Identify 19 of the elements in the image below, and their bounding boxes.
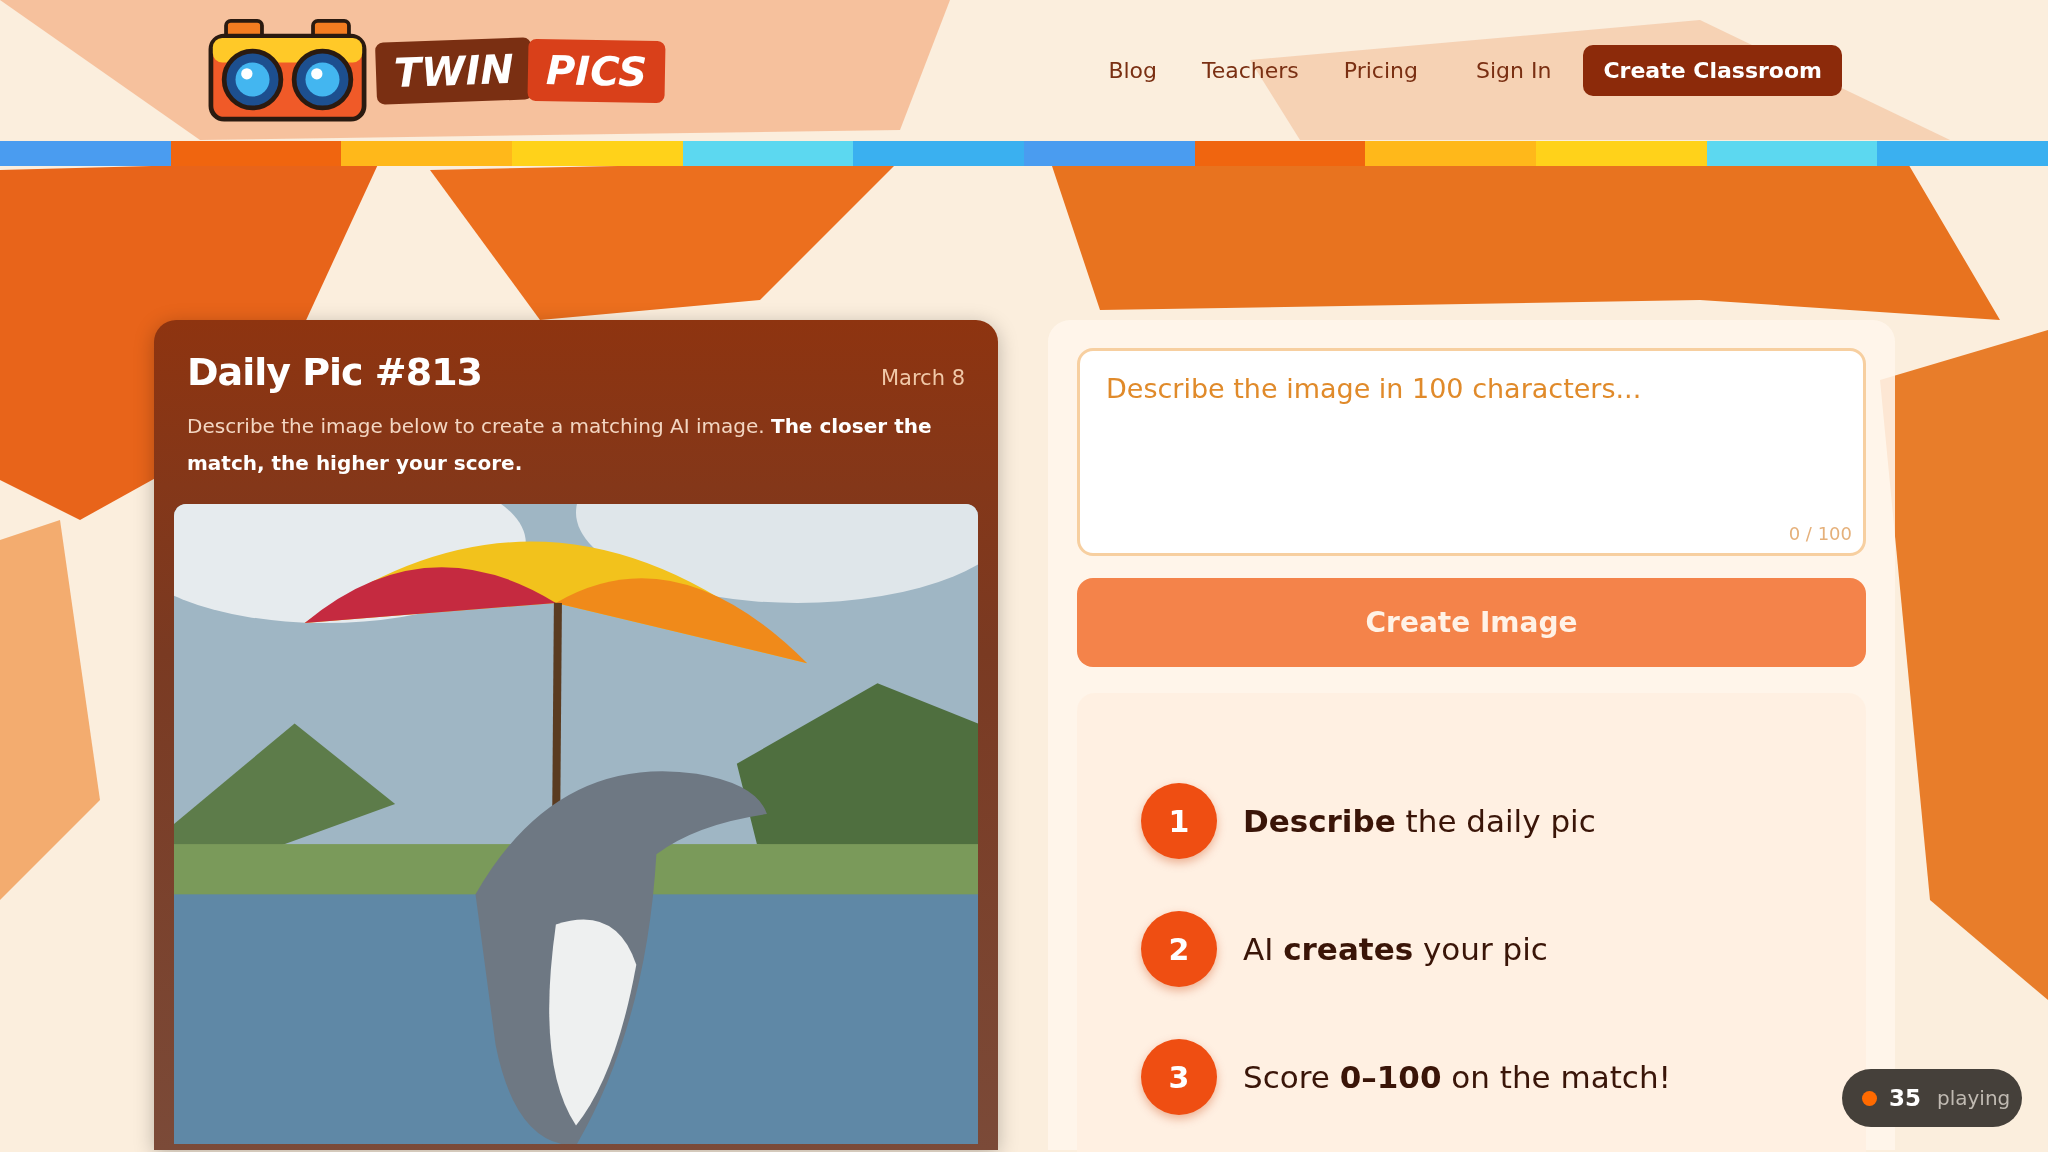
step-number: 2 <box>1141 911 1217 987</box>
character-counter: 0 / 100 <box>1788 523 1852 544</box>
players-label: playing <box>1937 1086 2011 1110</box>
card-description: Describe the image below to create a matching AI image. The closer the match, the higher your score. <box>187 413 933 477</box>
nav-link[interactable]: Sign In <box>1476 58 1552 83</box>
create-classroom-button[interactable]: Create Classroom <box>1583 45 1842 96</box>
card-title: Daily Pic #813 <box>187 350 483 394</box>
step-text: AI creates your pic <box>1243 931 1548 967</box>
live-dot-icon <box>1862 1090 1877 1106</box>
nav-link[interactable]: Blog <box>1108 58 1157 83</box>
step-text: Describe the daily pic <box>1243 803 1596 839</box>
nav-link[interactable]: Pricing <box>1343 58 1418 83</box>
date-label: March 8 <box>880 366 965 390</box>
step-number: 1 <box>1141 783 1217 859</box>
nav-link[interactable]: Teachers <box>1202 58 1299 83</box>
player-count: 35 <box>1889 1085 1921 1111</box>
step-number: 3 <box>1141 1039 1217 1115</box>
step-text: Score 0–100 on the match! <box>1243 1059 1671 1095</box>
logo-word: PICS <box>527 38 666 103</box>
